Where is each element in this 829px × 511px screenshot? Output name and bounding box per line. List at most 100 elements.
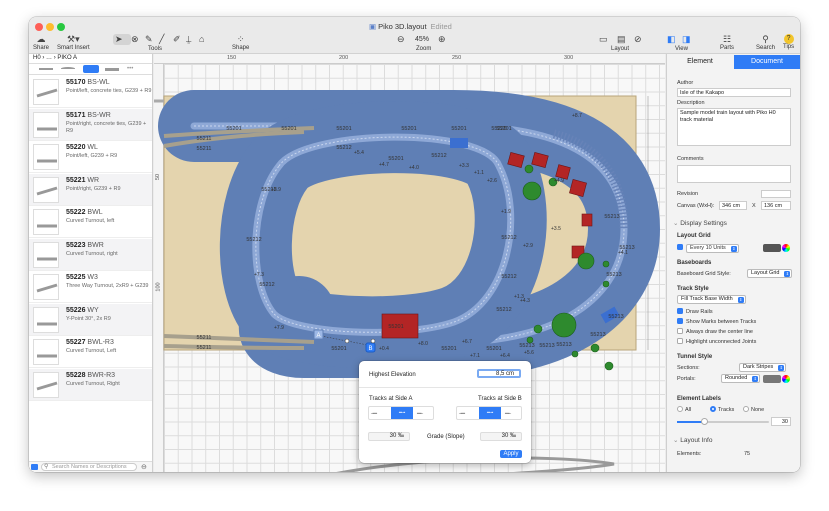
zoom-in-button[interactable]: ⊕ xyxy=(438,34,446,45)
layout-3d-button[interactable]: ⊘ xyxy=(634,34,642,45)
checkbox-unchecked[interactable] xyxy=(677,328,683,334)
category-turnouts-selected[interactable] xyxy=(83,65,99,73)
layout-info-header[interactable]: ⌄ Layout Info xyxy=(673,436,712,444)
track-style-select[interactable]: Fill Track Base Width ⇕ xyxy=(677,295,746,304)
filter-icon[interactable] xyxy=(31,464,38,470)
checkbox-unchecked[interactable] xyxy=(677,338,683,344)
always-center-row[interactable]: Always draw the center line xyxy=(677,328,753,335)
author-field[interactable]: Isle of the Kakapo xyxy=(677,88,791,97)
label-size-field[interactable]: 30 xyxy=(771,417,791,426)
close-window-button[interactable] xyxy=(35,23,43,31)
view-right-panel-button[interactable]: ◨ xyxy=(682,34,691,45)
baseboard-grid-style-select[interactable]: Layout Grid ⇕ xyxy=(747,269,793,278)
layout-split-button[interactable]: ▤ xyxy=(617,34,626,45)
share-button[interactable]: ☁ Share xyxy=(33,34,49,51)
tab-element[interactable]: Element xyxy=(668,55,732,69)
breadcrumb-root[interactable]: H0 xyxy=(33,55,41,61)
slope-down-icon[interactable]: ╼━ xyxy=(371,411,377,417)
track-tool[interactable]: ╱ xyxy=(159,34,164,45)
apply-button[interactable]: Apply xyxy=(500,450,522,458)
arrow-tool[interactable]: ➤ xyxy=(115,34,123,45)
slope-up-icon[interactable]: ━╾ xyxy=(417,411,423,417)
list-item[interactable]: 55223 BWR Curved Turnout, right xyxy=(29,238,152,271)
grid-checkbox-row[interactable]: Every 10 Units ⇕ xyxy=(677,244,739,253)
layout-canvas[interactable]: 150 200 250 300 50 100 135.0 cm 55201 5520… xyxy=(154,54,665,472)
search-button[interactable]: ⚲ Search xyxy=(756,34,775,51)
list-item[interactable]: 55170 BS-WL Point/left, concrete ties, G2… xyxy=(29,76,152,108)
checkbox-checked[interactable] xyxy=(677,244,683,250)
flex-track-tool[interactable]: ✐ xyxy=(173,34,181,45)
highest-elevation-field[interactable]: 8,5 cm xyxy=(477,369,521,378)
description-field[interactable]: Sample model train layout with Piko H0 t… xyxy=(677,108,791,146)
list-item[interactable]: 55222 BWL Curved Turnout, left xyxy=(29,206,152,238)
checkbox-checked[interactable] xyxy=(677,308,683,314)
color-picker-icon[interactable] xyxy=(782,244,790,252)
part-thumbnail xyxy=(33,79,59,105)
labels-all-radio[interactable]: All xyxy=(677,406,691,413)
breadcrumb-ellipsis[interactable]: … xyxy=(46,55,52,61)
category-crossings[interactable] xyxy=(105,68,119,71)
category-straight[interactable] xyxy=(39,68,53,70)
draw-rails-row[interactable]: Draw Rails xyxy=(677,308,713,315)
canvas-height-field[interactable]: 136 cm xyxy=(761,201,791,210)
breadcrumb-current[interactable]: PIKO A xyxy=(57,55,77,61)
parts-search-input[interactable]: ⚲ Search Names or Descriptions xyxy=(41,463,137,471)
grid-color-well[interactable] xyxy=(763,244,781,252)
side-b-slope-segmented[interactable]: ╼━ ━╼ ━╾ xyxy=(456,406,522,420)
portal-color-well[interactable] xyxy=(763,375,781,383)
list-item[interactable]: 55221 WR Point/right, G239 + R9 xyxy=(29,173,152,206)
zoom-window-button[interactable] xyxy=(57,23,65,31)
slope-flat-icon-selected[interactable]: ━╼ xyxy=(479,407,501,419)
slider-knob[interactable] xyxy=(701,418,708,425)
view-left-panel-button[interactable]: ◧ xyxy=(667,34,676,45)
building-tool[interactable]: ⌂ xyxy=(199,34,204,45)
label-size-slider[interactable] xyxy=(677,418,769,425)
baseboards-label: Baseboards xyxy=(677,260,712,266)
signal-tool[interactable]: ⍊ xyxy=(186,34,191,45)
minimize-window-button[interactable] xyxy=(46,23,54,31)
list-item[interactable]: 55227 BWL-R3 Curved Turnout, Left xyxy=(29,336,152,368)
building xyxy=(581,213,593,227)
list-item[interactable]: 55228 BWR-R3 Curved Turnout, Right xyxy=(29,368,152,401)
sections-select[interactable]: Dark Stripes ⇕ xyxy=(739,363,787,372)
revision-field[interactable] xyxy=(761,190,791,198)
paint-tool[interactable]: ✎ xyxy=(145,34,153,45)
side-a-slope-segmented[interactable]: ╼━ ━╼ ━╾ xyxy=(368,406,434,420)
slope-up-icon[interactable]: ━╾ xyxy=(505,411,511,417)
delete-tool[interactable]: ⊗ xyxy=(131,34,139,45)
category-curve[interactable] xyxy=(61,67,75,70)
radio-selected[interactable] xyxy=(710,406,716,412)
grade-b-field[interactable]: 30 ‰ xyxy=(480,432,522,441)
list-item[interactable]: 55226 WY Y-Point 30°, 2x R9 xyxy=(29,303,152,336)
layout-view-button[interactable]: ▭ xyxy=(599,34,608,45)
comments-field[interactable] xyxy=(677,165,791,183)
more-icon[interactable]: ••• xyxy=(127,66,133,72)
list-item[interactable]: 55225 W3 Three Way Turnout, 2xR9 + G239 xyxy=(29,271,152,303)
part-name: BS-WR xyxy=(87,111,111,119)
grid-units-select[interactable]: Every 10 Units ⇕ xyxy=(686,244,739,253)
tab-document[interactable]: Document xyxy=(734,55,800,69)
radio-unselected[interactable] xyxy=(677,406,683,412)
labels-none-radio[interactable]: None xyxy=(743,406,764,413)
list-item[interactable]: 55171 BS-WR Point/right, concrete ties, G… xyxy=(29,108,152,141)
tips-button[interactable]: ? Tips xyxy=(783,34,794,50)
radio-unselected[interactable] xyxy=(743,406,749,412)
canvas-width-field[interactable]: 346 cm xyxy=(719,201,747,210)
shape-button[interactable]: ⁘ Shape xyxy=(232,34,249,51)
labels-tracks-radio[interactable]: Tracks xyxy=(710,406,734,413)
color-picker-icon[interactable] xyxy=(782,375,790,383)
search-icon: ⚲ xyxy=(762,34,769,44)
display-settings-header[interactable]: ⌄ Display Settings xyxy=(673,219,727,227)
slope-flat-icon-selected[interactable]: ━╼ xyxy=(391,407,413,419)
checkbox-checked[interactable] xyxy=(677,318,683,324)
highlight-joints-row[interactable]: Highlight unconnected Joints xyxy=(677,338,756,345)
slope-down-icon[interactable]: ╼━ xyxy=(459,411,465,417)
smart-insert-button[interactable]: ⚒▾ Smart Insert xyxy=(57,34,90,51)
grade-a-field[interactable]: 30 ‰ xyxy=(368,432,410,441)
show-marks-row[interactable]: Show Marks between Tracks xyxy=(677,318,756,325)
options-icon[interactable]: ⊖ xyxy=(141,463,147,471)
zoom-out-button[interactable]: ⊖ xyxy=(397,34,405,45)
parts-button[interactable]: ☷ Parts xyxy=(720,34,734,51)
list-item[interactable]: 55220 WL Point/left, G239 + R9 xyxy=(29,141,152,173)
portals-select[interactable]: Rounded ⇕ xyxy=(721,374,761,383)
